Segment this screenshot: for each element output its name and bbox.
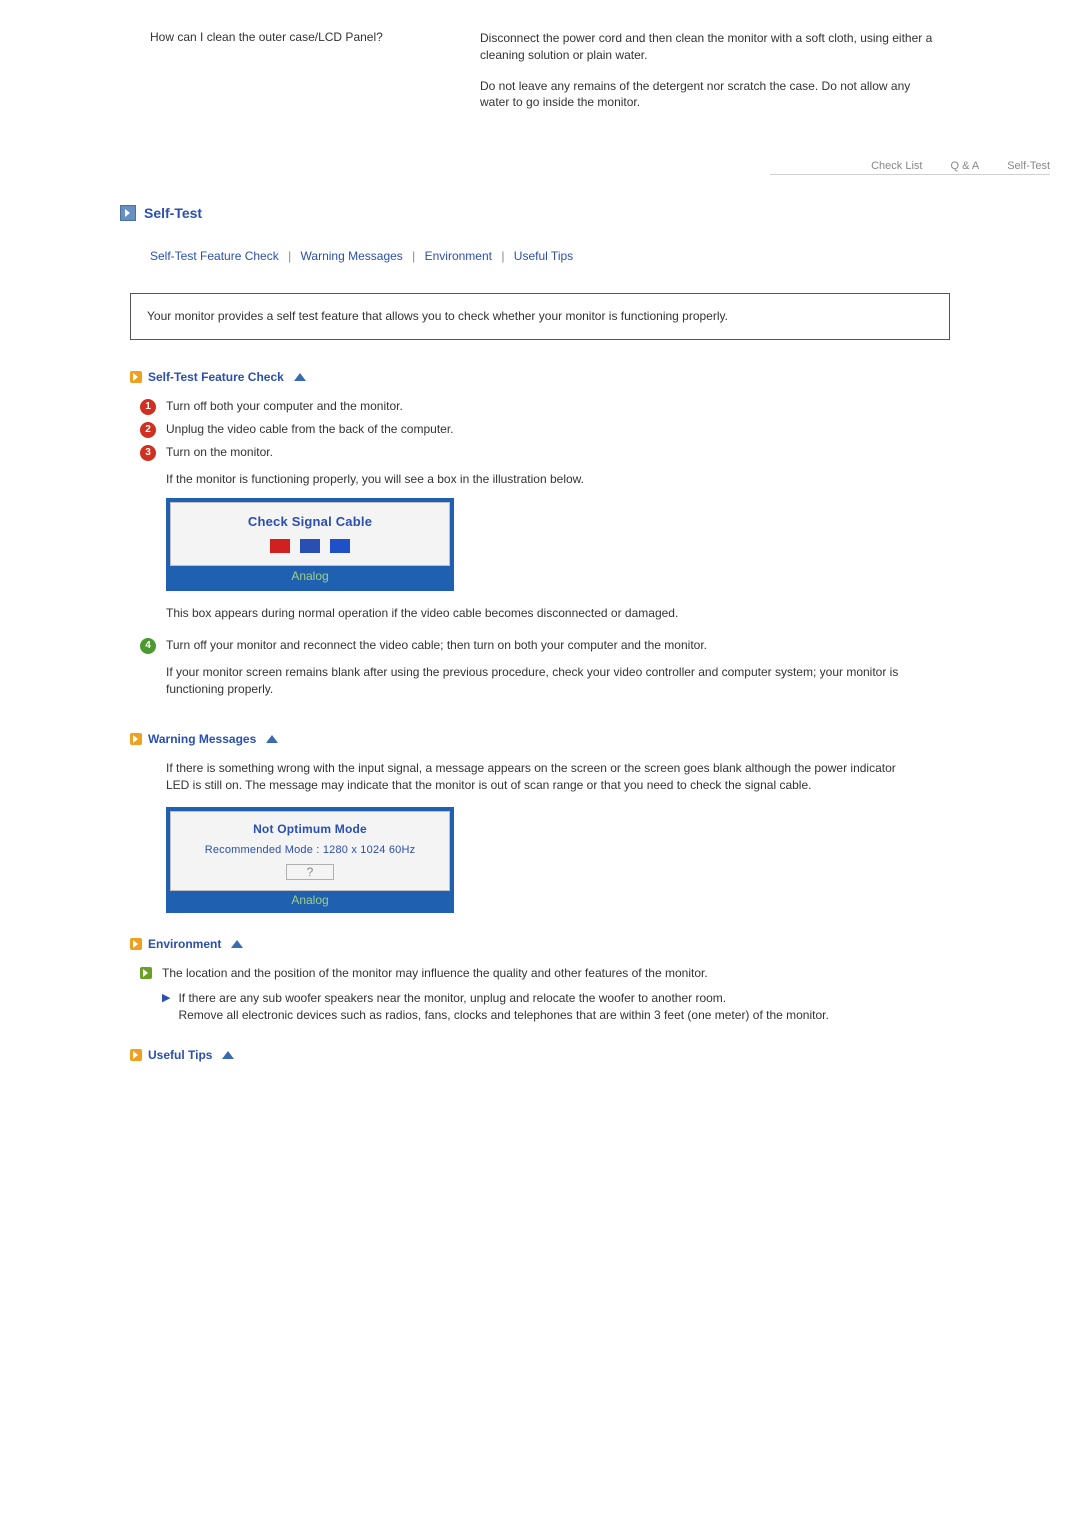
red-square-icon [270, 539, 290, 553]
arrow-box-icon [130, 1049, 142, 1061]
qa-answer: Disconnect the power cord and then clean… [480, 30, 960, 125]
step-item: 3 Turn on the monitor. If the monitor is… [140, 444, 920, 631]
step-body: Turn off your monitor and reconnect the … [166, 637, 920, 707]
anchor-warning-messages[interactable]: Warning Messages [301, 249, 403, 263]
list-item: The location and the position of the mon… [140, 965, 920, 1023]
subhead-stfc: Self-Test Feature Check [130, 370, 960, 384]
sub-body: If there are any sub woofer speakers nea… [178, 990, 828, 1024]
step-text: Turn off both your computer and the moni… [166, 398, 920, 415]
subhead-environment: Environment [130, 937, 960, 951]
env-sub-text: If there are any sub woofer speakers nea… [178, 991, 726, 1005]
subhead-text: Environment [148, 937, 221, 951]
tab-nav: Check List Q & A Self-Test [770, 155, 1050, 175]
section-title-text: Self-Test [144, 205, 202, 221]
anchor-links: Self-Test Feature Check | Warning Messag… [120, 249, 960, 263]
osd-not-optimum: Not Optimum Mode Recommended Mode : 1280… [166, 807, 454, 913]
step-text: Unplug the video cable from the back of … [166, 421, 920, 438]
env-sub-text: Remove all electronic devices such as ra… [178, 1008, 828, 1022]
arrow-bullet-icon: ▶ [162, 991, 170, 1006]
step-text: If the monitor is functioning properly, … [166, 471, 920, 488]
step-text: Turn off your monitor and reconnect the … [166, 637, 920, 654]
step-text: Turn on the monitor. [166, 444, 920, 461]
osd-check-signal: Check Signal Cable Analog [166, 498, 454, 591]
subhead-warning: Warning Messages [130, 732, 960, 746]
up-triangle-icon[interactable] [294, 373, 306, 381]
section-title: Self-Test [120, 205, 960, 221]
osd-title: Check Signal Cable [181, 513, 439, 531]
anchor-selftest-feature-check[interactable]: Self-Test Feature Check [150, 249, 279, 263]
step-number-icon: 1 [140, 399, 156, 415]
separator: | [282, 249, 297, 263]
subhead-useful-tips: Useful Tips [130, 1048, 960, 1062]
arrow-box-icon [130, 938, 142, 950]
qa-question: How can I clean the outer case/LCD Panel… [120, 30, 480, 44]
separator: | [495, 249, 510, 263]
list-body: The location and the position of the mon… [162, 965, 829, 1023]
subhead-text: Self-Test Feature Check [148, 370, 284, 384]
separator: | [406, 249, 421, 263]
qa-answer-para: Disconnect the power cord and then clean… [480, 30, 940, 64]
step-item: 2 Unplug the video cable from the back o… [140, 421, 920, 438]
step-body: Turn on the monitor. If the monitor is f… [166, 444, 920, 631]
intro-box: Your monitor provides a self test featur… [130, 293, 950, 340]
env-list: The location and the position of the mon… [120, 965, 960, 1023]
step-text: If your monitor screen remains blank aft… [166, 664, 920, 698]
up-triangle-icon[interactable] [222, 1051, 234, 1059]
up-triangle-icon[interactable] [231, 940, 243, 948]
env-text: The location and the position of the mon… [162, 966, 708, 980]
arrow-box-icon [130, 733, 142, 745]
blue-square-icon [300, 539, 320, 553]
osd-line: Recommended Mode : 1280 x 1024 60Hz [181, 844, 439, 856]
step-number-icon: 4 [140, 638, 156, 654]
sub-bullet: ▶ If there are any sub woofer speakers n… [162, 990, 829, 1024]
blue-square-icon [330, 539, 350, 553]
step-number-icon: 3 [140, 445, 156, 461]
osd-mode: Analog [170, 891, 450, 909]
tab-qna[interactable]: Q & A [950, 160, 979, 172]
qa-row: How can I clean the outer case/LCD Panel… [120, 30, 960, 125]
warning-paragraph: If there is something wrong with the inp… [120, 760, 960, 794]
step-item: 1 Turn off both your computer and the mo… [140, 398, 920, 415]
subhead-text: Warning Messages [148, 732, 256, 746]
step-number-icon: 2 [140, 422, 156, 438]
osd-inner: Not Optimum Mode Recommended Mode : 1280… [170, 811, 450, 891]
arrow-box-icon [120, 205, 136, 221]
tab-selftest[interactable]: Self-Test [1007, 160, 1050, 172]
step-list: 1 Turn off both your computer and the mo… [120, 398, 960, 708]
arrow-box-icon [130, 371, 142, 383]
subhead-text: Useful Tips [148, 1048, 212, 1062]
tab-checklist[interactable]: Check List [871, 160, 922, 172]
up-triangle-icon[interactable] [266, 735, 278, 743]
color-squares [181, 539, 439, 553]
step-item: 4 Turn off your monitor and reconnect th… [140, 637, 920, 707]
osd-question-box: ? [286, 864, 335, 880]
anchor-environment[interactable]: Environment [425, 249, 492, 263]
qa-answer-para: Do not leave any remains of the detergen… [480, 78, 940, 112]
bullet-icon [140, 967, 152, 979]
step-text: This box appears during normal operation… [166, 605, 920, 622]
osd-mode: Analog [170, 566, 450, 587]
osd-line: Not Optimum Mode [181, 822, 439, 836]
osd-inner: Check Signal Cable [170, 502, 450, 566]
anchor-useful-tips[interactable]: Useful Tips [514, 249, 573, 263]
